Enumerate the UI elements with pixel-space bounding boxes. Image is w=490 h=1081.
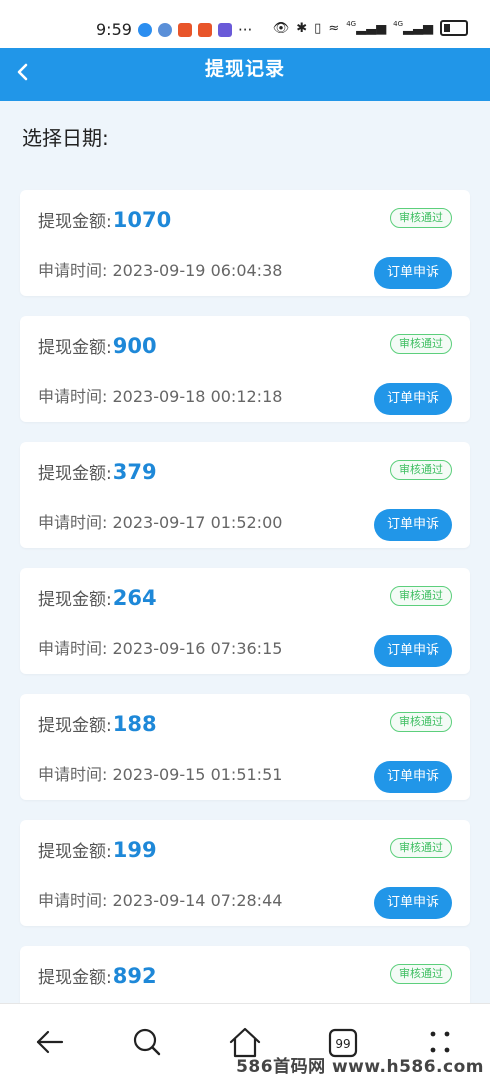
order-appeal-button[interactable]: 订单申诉 [374,383,452,415]
order-appeal-button[interactable]: 订单申诉 [374,257,452,289]
apply-time-row: 申请时间: 2023-09-16 07:36:15 [38,635,282,659]
amount-value: 188 [112,712,157,736]
app-notification-icon [197,22,212,37]
status-time: 9:59 [96,20,132,39]
status-badge: 审核通过 [390,334,452,354]
apply-time-label: 申请时间: [38,891,108,910]
apply-time-label: 申请时间: [38,765,108,784]
amount-row: 提现金额: 264 [38,585,157,610]
amount-row: 提现金额: 900 [38,333,157,358]
amount-label: 提现金额: [38,464,112,484]
record-card: 提现金额: 900 审核通过 申请时间: 2023-09-18 00:12:18… [20,316,470,422]
amount-value: 199 [112,838,157,862]
amount-label: 提现金额: [38,338,112,358]
watermark-text: 586首码网 www.h586.com [236,1057,484,1077]
amount-label: 提现金额: [38,842,112,862]
apply-time-label: 申请时间: [38,639,108,658]
apply-time-value: 2023-09-14 07:28:44 [112,891,283,910]
order-appeal-button[interactable]: 订单申诉 [374,887,452,919]
apply-time-label: 申请时间: [38,513,108,532]
record-card: 提现金额: 264 审核通过 申请时间: 2023-09-16 07:36:15… [20,568,470,674]
amount-label: 提现金额: [38,716,112,736]
status-bar-left: 9:59 ··· [96,20,252,39]
amount-row: 提现金额: 892 [38,963,157,988]
record-card: 提现金额: 379 审核通过 申请时间: 2023-09-17 01:52:00… [20,442,470,548]
apply-time-value: 2023-09-17 01:52:00 [112,513,283,532]
nav-search-button[interactable] [127,1022,167,1062]
search-icon [133,1028,161,1056]
amount-value: 892 [112,964,157,988]
record-card: 提现金额: 188 审核通过 申请时间: 2023-09-15 01:51:51… [20,694,470,800]
apply-time-label: 申请时间: [38,261,108,280]
app-notification-icon [177,22,192,37]
amount-row: 提现金额: 199 [38,837,157,862]
amount-row: 提现金额: 379 [38,459,157,484]
app-notification-icon [157,22,172,37]
amount-row: 提现金额: 188 [38,711,157,736]
chevron-left-icon [17,63,28,81]
order-appeal-button[interactable]: 订单申诉 [374,509,452,541]
page-title: 提现记录 [204,58,285,80]
tabs-count: 99 [335,1037,350,1051]
status-bar-right: 👁 ✱ ▯ ≈ 4G▂▃▅ 4G▂▃▅ [273,20,468,36]
bluetooth-icon: ✱ [296,20,308,36]
status-badge: 审核通过 [390,208,452,228]
app-notification-icon [217,22,232,37]
status-badge: 审核通过 [390,586,452,606]
amount-value: 379 [112,460,157,484]
browser-bottom-bar: 99 586首码网 www.h586.com [0,1003,490,1081]
order-appeal-button[interactable]: 订单申诉 [374,761,452,793]
date-selector[interactable]: 选择日期: [22,122,109,151]
page-header: 提现记录 [0,48,490,101]
order-appeal-button[interactable]: 订单申诉 [374,635,452,667]
status-badge: 审核通过 [390,964,452,984]
record-card: 提现金额: 1070 审核通过 申请时间: 2023-09-19 06:04:3… [20,190,470,296]
eye-icon: 👁 [272,20,290,36]
amount-label: 提现金额: [38,212,112,232]
back-arrow-icon [36,1030,64,1054]
apply-time-row: 申请时间: 2023-09-17 01:52:00 [38,509,282,533]
back-button[interactable] [12,56,34,88]
apply-time-value: 2023-09-15 01:51:51 [112,765,283,784]
signal-icon: 4G▂▃▅ [393,20,433,36]
nav-back-button[interactable] [30,1022,70,1062]
amount-label: 提现金额: [38,968,112,988]
amount-value: 900 [112,334,157,358]
apply-time-row: 申请时间: 2023-09-18 00:12:18 [38,383,282,407]
signal-icon: 4G▂▃▅ [346,20,387,36]
amount-value: 1070 [112,208,172,232]
amount-label: 提现金额: [38,590,112,610]
status-badge: 审核通过 [390,838,452,858]
withdrawal-record-list: 提现金额: 1070 审核通过 申请时间: 2023-09-19 06:04:3… [20,190,470,1072]
amount-row: 提现金额: 1070 [38,207,171,232]
apply-time-label: 申请时间: [38,387,108,406]
more-notifications-icon: ··· [237,20,253,39]
apply-time-row: 申请时间: 2023-09-15 01:51:51 [38,761,282,785]
apply-time-value: 2023-09-18 00:12:18 [112,387,283,406]
status-badge: 审核通过 [390,712,452,732]
vibrate-icon: ▯ [314,20,322,36]
apply-time-row: 申请时间: 2023-09-19 06:04:38 [38,257,282,281]
apply-time-value: 2023-09-16 07:36:15 [112,639,283,658]
battery-icon [440,20,468,36]
app-notification-icon [137,22,152,37]
status-badge: 审核通过 [390,460,452,480]
status-bar: 9:59 ··· 👁 ✱ ▯ ≈ 4G▂▃▅ 4G▂▃▅ [0,0,490,48]
apply-time-row: 申请时间: 2023-09-14 07:28:44 [38,887,282,911]
record-card: 提现金额: 199 审核通过 申请时间: 2023-09-14 07:28:44… [20,820,470,926]
apply-time-value: 2023-09-19 06:04:38 [112,261,283,280]
wifi-icon: ≈ [328,20,340,36]
amount-value: 264 [112,586,157,610]
